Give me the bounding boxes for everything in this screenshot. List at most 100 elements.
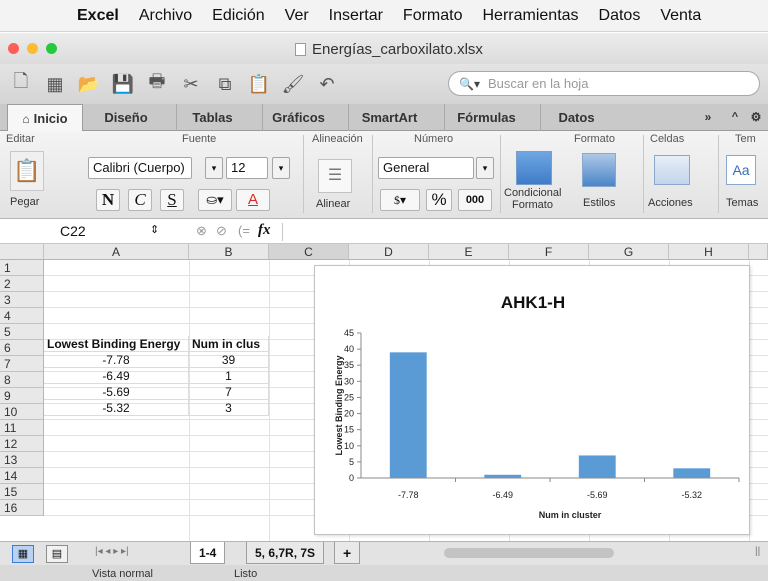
row-header-14[interactable]: 14 bbox=[0, 468, 44, 484]
row-header-12[interactable]: 12 bbox=[0, 436, 44, 452]
number-format-dropdown[interactable]: General bbox=[378, 157, 474, 179]
cell-a6[interactable]: -7.78 bbox=[44, 352, 189, 368]
menu-herramientas[interactable]: Herramientas bbox=[483, 7, 579, 25]
row-header-5[interactable]: 5 bbox=[0, 324, 44, 340]
save-icon[interactable]: 💾 bbox=[110, 71, 136, 97]
fx-icon[interactable]: fx bbox=[258, 222, 271, 239]
row-header-13[interactable]: 13 bbox=[0, 452, 44, 468]
row-header-10[interactable]: 10 bbox=[0, 404, 44, 420]
menu-ventana[interactable]: Venta bbox=[660, 7, 701, 25]
tab-datos[interactable]: Datos bbox=[540, 104, 612, 131]
close-window-button[interactable] bbox=[8, 43, 19, 54]
thousands-button[interactable]: 000 bbox=[458, 189, 492, 211]
page-layout-view-button[interactable]: ▤ bbox=[46, 545, 68, 563]
new-document-icon[interactable]: 🗋 bbox=[8, 71, 34, 97]
menu-app[interactable]: Excel bbox=[77, 7, 119, 25]
row-header-11[interactable]: 11 bbox=[0, 420, 44, 436]
column-header-c[interactable]: C bbox=[269, 244, 349, 260]
cell-b6[interactable]: 39 bbox=[189, 352, 269, 368]
font-name-dropdown[interactable]: Calibri (Cuerpo) bbox=[88, 157, 192, 179]
formula-input[interactable] bbox=[282, 223, 760, 241]
cell-a7[interactable]: -6.49 bbox=[44, 368, 189, 384]
font-size-dropdown[interactable]: 12 bbox=[226, 157, 268, 179]
more-tabs-icon[interactable]: » bbox=[690, 104, 726, 131]
underline-button[interactable]: S bbox=[160, 189, 184, 211]
cell-b5[interactable]: Num in clus bbox=[189, 336, 269, 352]
currency-button[interactable]: $▾ bbox=[380, 189, 420, 211]
minimize-window-button[interactable] bbox=[27, 43, 38, 54]
templates-icon[interactable]: ▦ bbox=[42, 71, 68, 97]
column-header-b[interactable]: B bbox=[189, 244, 269, 260]
row-header-15[interactable]: 15 bbox=[0, 484, 44, 500]
tab-inicio[interactable]: ⌂ Inicio bbox=[7, 104, 83, 132]
row-header-2[interactable]: 2 bbox=[0, 276, 44, 292]
cell-a9[interactable]: -5.32 bbox=[44, 400, 189, 416]
conditional-format-button[interactable] bbox=[516, 151, 552, 185]
themes-button[interactable]: Aa bbox=[726, 155, 756, 185]
cell-reference[interactable]: C22 bbox=[60, 223, 86, 239]
column-header-h[interactable]: H bbox=[669, 244, 749, 260]
menu-ver[interactable]: Ver bbox=[285, 7, 309, 25]
split-handle-icon[interactable]: || bbox=[755, 546, 760, 557]
fill-color-button[interactable]: ⛀▾ bbox=[198, 189, 232, 211]
row-header-16[interactable]: 16 bbox=[0, 500, 44, 516]
column-header-g[interactable]: G bbox=[589, 244, 669, 260]
cancel-icon[interactable]: ⊗ bbox=[196, 223, 207, 239]
column-header-d[interactable]: D bbox=[349, 244, 429, 260]
font-color-button[interactable]: A bbox=[236, 189, 270, 211]
menu-archivo[interactable]: Archivo bbox=[139, 7, 192, 25]
sheet-search[interactable]: 🔍▾ Buscar en la hoja bbox=[448, 71, 760, 96]
column-header-a[interactable]: A bbox=[44, 244, 189, 260]
sheet-nav-arrows[interactable]: |◂ ◂ ▸ ▸| bbox=[95, 546, 129, 557]
column-header-e[interactable]: E bbox=[429, 244, 509, 260]
row-header-1[interactable]: 1 bbox=[0, 260, 44, 276]
insert-function-paren-icon[interactable]: (= bbox=[238, 223, 250, 238]
paste-button[interactable]: 📋 bbox=[10, 151, 44, 191]
sheet-tab-5-7[interactable]: 5, 6,7R, 7S bbox=[246, 542, 325, 564]
menu-insertar[interactable]: Insertar bbox=[329, 7, 383, 25]
font-name-arrow[interactable]: ▾ bbox=[205, 157, 223, 179]
italic-button[interactable]: C bbox=[128, 189, 152, 211]
row-header-4[interactable]: 4 bbox=[0, 308, 44, 324]
column-header-i[interactable] bbox=[749, 244, 768, 260]
tab-diseno[interactable]: Diseño bbox=[90, 104, 162, 131]
cell-b9[interactable]: 3 bbox=[189, 400, 269, 416]
cell-ref-stepper[interactable]: ⇕ bbox=[150, 223, 159, 236]
select-all-corner[interactable] bbox=[0, 244, 44, 260]
row-header-6[interactable]: 6 bbox=[0, 340, 44, 356]
paste-icon[interactable]: 📋 bbox=[246, 71, 272, 97]
tab-graficos[interactable]: Gráficos bbox=[262, 104, 334, 131]
row-header-7[interactable]: 7 bbox=[0, 356, 44, 372]
styles-button[interactable] bbox=[582, 153, 616, 187]
tab-tablas[interactable]: Tablas bbox=[176, 104, 248, 131]
format-painter-icon[interactable]: 🖌 bbox=[280, 71, 306, 97]
print-icon[interactable]: 🖶 bbox=[144, 71, 170, 97]
sheet-tab-1-4[interactable]: 1-4 bbox=[190, 542, 226, 564]
confirm-icon[interactable]: ⊘ bbox=[216, 223, 227, 239]
row-header-9[interactable]: 9 bbox=[0, 388, 44, 404]
number-format-arrow[interactable]: ▾ bbox=[476, 157, 494, 179]
menu-datos[interactable]: Datos bbox=[599, 7, 641, 25]
cell-b8[interactable]: 7 bbox=[189, 384, 269, 400]
column-header-f[interactable]: F bbox=[509, 244, 589, 260]
cell-b7[interactable]: 1 bbox=[189, 368, 269, 384]
cells-actions-button[interactable] bbox=[654, 155, 690, 185]
add-sheet-button[interactable]: + bbox=[334, 542, 361, 564]
row-header-3[interactable]: 3 bbox=[0, 292, 44, 308]
open-icon[interactable]: 📂 bbox=[76, 71, 102, 97]
copy-icon[interactable]: ⧉ bbox=[212, 71, 238, 97]
undo-icon[interactable]: ↶ bbox=[314, 71, 340, 97]
bold-button[interactable]: N bbox=[96, 189, 120, 211]
cell-a5[interactable]: Lowest Binding Energy bbox=[44, 336, 189, 352]
collapse-ribbon-icon[interactable]: ^ bbox=[726, 104, 744, 131]
row-header-8[interactable]: 8 bbox=[0, 372, 44, 388]
embedded-chart[interactable]: AHK1-H 0 5 10 15 20 25 30 35 40 45 -7.78 -6.49 -5.69 -… bbox=[314, 265, 750, 535]
cell-a8[interactable]: -5.69 bbox=[44, 384, 189, 400]
zoom-window-button[interactable] bbox=[46, 43, 57, 54]
percent-button[interactable]: % bbox=[426, 189, 452, 211]
gear-icon[interactable]: ⚙ bbox=[746, 104, 766, 131]
tab-formulas[interactable]: Fórmulas bbox=[444, 104, 528, 131]
font-size-arrow[interactable]: ▾ bbox=[272, 157, 290, 179]
cut-icon[interactable]: ✂ bbox=[178, 71, 204, 97]
menu-edicion[interactable]: Edición bbox=[212, 7, 264, 25]
